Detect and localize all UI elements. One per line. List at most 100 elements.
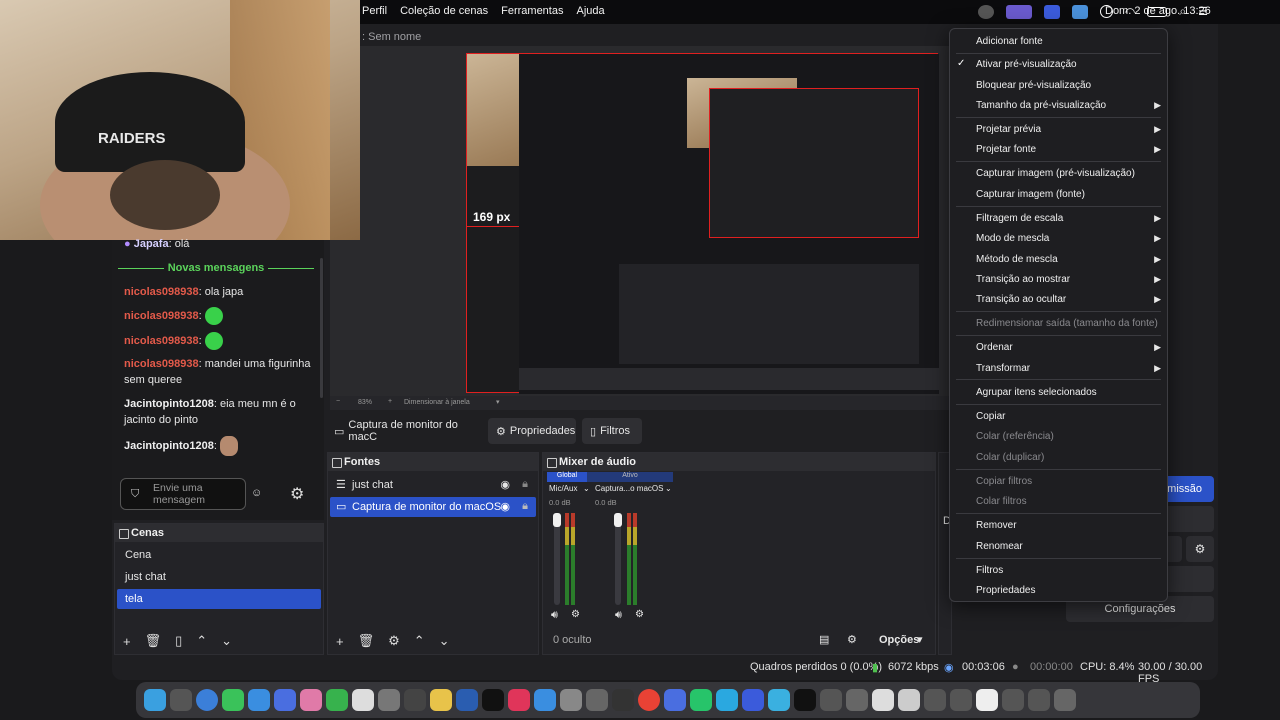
menu-item-lock-preview[interactable]: Bloquear pré-visualização: [976, 78, 1091, 94]
virtual-camera-settings-gear-icon[interactable]: ⚙: [1186, 536, 1214, 562]
menu-item-filters[interactable]: Filtros: [976, 563, 1003, 579]
safari-icon[interactable]: [196, 689, 218, 711]
mixer-options-button[interactable]: Opções: [879, 634, 919, 646]
menubar-clock[interactable]: Dom. 2 de ago. 13:26: [1105, 5, 1211, 17]
contacts-icon[interactable]: [378, 689, 400, 711]
app-icon[interactable]: [768, 689, 790, 711]
move-down-icon[interactable]: ⌄: [439, 633, 450, 649]
screen-share-icon[interactable]: [1005, 4, 1032, 19]
source-properties-gear-icon[interactable]: ⚙: [388, 633, 400, 649]
menu-item-screenshot-preview[interactable]: Capturar imagem (pré-visualização): [976, 166, 1135, 182]
add-scene-icon[interactable]: +: [123, 634, 131, 649]
zoom-level[interactable]: 83%: [358, 399, 372, 406]
utility-icon[interactable]: [586, 689, 608, 711]
chat-username[interactable]: Jacintopinto1208: [124, 440, 214, 452]
reminders-icon[interactable]: [404, 689, 426, 711]
window-icon[interactable]: [1028, 689, 1050, 711]
chat-input[interactable]: ⛉ Envie uma mensagem ☺: [120, 478, 262, 510]
launchpad-icon[interactable]: [170, 689, 192, 711]
app-icon[interactable]: [820, 689, 842, 711]
music-icon[interactable]: [508, 689, 530, 711]
chat-username[interactable]: Japafa: [134, 238, 169, 250]
menu-item-remove[interactable]: Remover: [976, 518, 1017, 534]
menu-item-properties[interactable]: Propriedades: [976, 583, 1035, 599]
finder-icon[interactable]: [144, 689, 166, 711]
mixer-tab-active[interactable]: Ativo: [587, 472, 673, 482]
menu-ferramentas[interactable]: Ferramentas: [501, 5, 563, 17]
chat-username[interactable]: nicolas098938: [124, 358, 199, 370]
trash-icon[interactable]: [1054, 689, 1076, 711]
facetime-icon[interactable]: [326, 689, 348, 711]
photos-icon[interactable]: [300, 689, 322, 711]
menu-item-preview-size[interactable]: Tamanho da pré-visualização: [976, 98, 1106, 114]
scene-filters-icon[interactable]: ▯: [175, 633, 182, 649]
tv-icon[interactable]: [482, 689, 504, 711]
freeform-icon[interactable]: [456, 689, 478, 711]
chat-scrollbar[interactable]: [320, 258, 323, 398]
chat-username[interactable]: Jacintopinto1208: [124, 398, 214, 410]
document-icon[interactable]: [872, 689, 894, 711]
mixer-settings-icon[interactable]: ⚙: [847, 633, 857, 646]
menu-item-blend-mode[interactable]: Modo de mescla: [976, 231, 1049, 247]
mail-icon[interactable]: [248, 689, 270, 711]
remove-source-icon[interactable]: 🗑: [358, 633, 375, 649]
zoom-out-icon[interactable]: −: [336, 398, 340, 405]
menu-item-enable-preview[interactable]: Ativar pré-visualização: [976, 57, 1077, 73]
menu-item-project-preview[interactable]: Projetar prévia: [976, 122, 1041, 138]
calendar-icon[interactable]: [352, 689, 374, 711]
menu-item-blend-method[interactable]: Método de mescla: [976, 252, 1058, 268]
menu-item-add-source[interactable]: Adicionar fonte: [976, 34, 1043, 50]
document-icon[interactable]: [976, 689, 998, 711]
visibility-eye-icon[interactable]: ◉: [500, 500, 510, 513]
emoji-icon[interactable]: ☺: [251, 487, 262, 499]
menu-item-show-transition[interactable]: Transição ao mostrar: [976, 272, 1070, 288]
menu-item-hide-transition[interactable]: Transição ao ocultar: [976, 292, 1066, 308]
chrome-icon[interactable]: [638, 689, 660, 711]
add-source-icon[interactable]: +: [336, 634, 344, 649]
menu-item-scale-filtering[interactable]: Filtragem de escala: [976, 211, 1063, 227]
zoom-mode[interactable]: Dimensionar à janela: [404, 399, 470, 406]
app-store-icon[interactable]: [534, 689, 556, 711]
menu-item-project-source[interactable]: Projetar fonte: [976, 142, 1036, 158]
obs-icon[interactable]: [612, 689, 634, 711]
zoom-in-icon[interactable]: +: [388, 398, 392, 405]
menu-ajuda[interactable]: Ajuda: [576, 5, 604, 17]
menu-colecao-de-cenas[interactable]: Coleção de cenas: [400, 5, 488, 17]
source-item-selected[interactable]: ▭ Captura de monitor do macOS ◉ 🔒︎: [330, 497, 536, 517]
options-dropdown-icon[interactable]: ▾: [917, 633, 923, 646]
maps-icon[interactable]: [274, 689, 296, 711]
menu-item-rename[interactable]: Renomear: [976, 539, 1023, 555]
filters-button[interactable]: ▯ Filtros: [582, 418, 642, 444]
system-settings-icon[interactable]: [560, 689, 582, 711]
scene-item-selected[interactable]: tela: [117, 589, 321, 609]
preview-canvas[interactable]: 169 px: [466, 53, 939, 394]
app2-icon[interactable]: [1071, 4, 1088, 19]
scene-item[interactable]: just chat: [117, 567, 321, 587]
move-up-icon[interactable]: ⌃: [414, 633, 425, 649]
status-icon[interactable]: [977, 4, 994, 19]
channel-dropdown-icon[interactable]: ⌄: [583, 484, 590, 493]
speaker-icon[interactable]: 🔊︎: [551, 609, 558, 622]
notes-icon[interactable]: [430, 689, 452, 711]
channel-settings-icon[interactable]: ⚙: [635, 609, 644, 620]
chat-username[interactable]: nicolas098938: [124, 310, 199, 322]
fader-knob[interactable]: [553, 513, 561, 527]
scene-item[interactable]: Cena: [117, 545, 321, 565]
properties-button[interactable]: ⚙ Propriedades: [488, 418, 576, 444]
messages-icon[interactable]: [222, 689, 244, 711]
zoom-dropdown-icon[interactable]: ▾: [496, 398, 500, 406]
window-icon[interactable]: [1002, 689, 1024, 711]
lock-icon[interactable]: 🔒︎: [522, 500, 528, 513]
chat-settings-gear-icon[interactable]: ⚙: [290, 484, 304, 504]
channel-dropdown-icon[interactable]: ⌄: [665, 484, 672, 493]
menu-perfil[interactable]: Perfil: [362, 5, 387, 17]
move-up-icon[interactable]: ⌃: [196, 633, 207, 649]
visibility-eye-icon[interactable]: ◉: [500, 478, 510, 491]
menu-item-copy[interactable]: Copiar: [976, 409, 1005, 425]
tiktok-icon[interactable]: [794, 689, 816, 711]
whatsapp-icon[interactable]: [690, 689, 712, 711]
app-icon[interactable]: [846, 689, 868, 711]
mixer-layout-icon[interactable]: ▤: [819, 633, 829, 646]
window-icon[interactable]: [924, 689, 946, 711]
speaker-icon[interactable]: 🔊︎: [615, 609, 622, 622]
